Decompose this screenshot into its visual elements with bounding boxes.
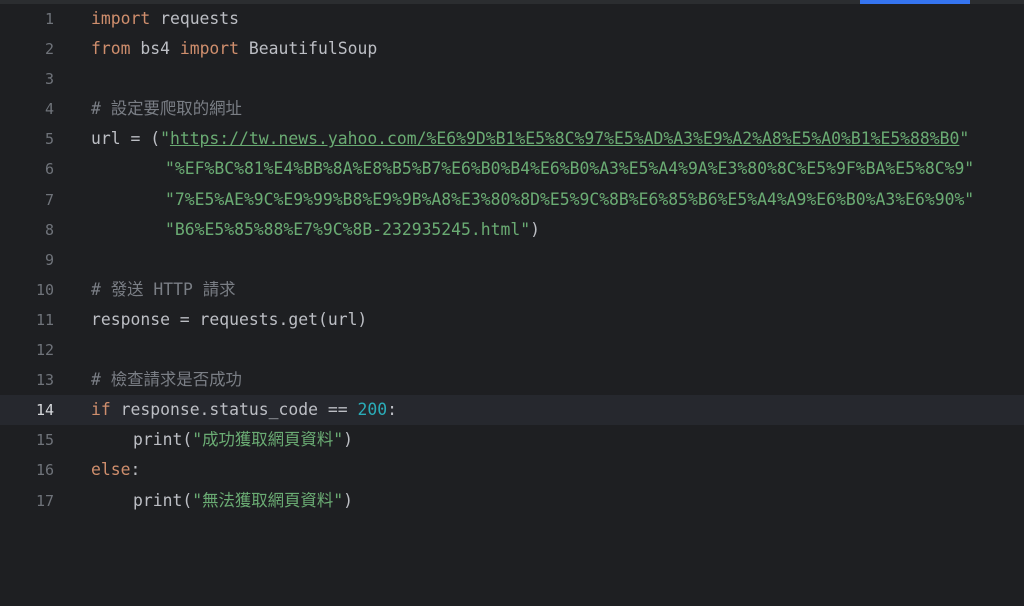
line-number: 8 xyxy=(44,220,54,239)
line-number: 17 xyxy=(35,491,54,510)
string-literal: "B6%E5%85%88%E7%9C%8B-232935245.html" xyxy=(165,219,531,239)
line-number: 9 xyxy=(44,250,54,269)
line-number: 5 xyxy=(44,130,54,149)
url-link[interactable]: https://tw.news.yahoo.com/%E6%9D%B1%E5%8… xyxy=(170,129,959,148)
keyword: from xyxy=(91,39,131,59)
line-number: 1 xyxy=(44,10,54,28)
string-literal[interactable]: "%EF%BC%81%E4%BB%8A%E8%B5%B7%E6%B0%B4%E6… xyxy=(165,154,974,184)
line-number: 14 xyxy=(35,401,54,420)
identifier: BeautifulSoup xyxy=(239,39,378,59)
line-number: 7 xyxy=(44,190,54,209)
code-line-3[interactable]: 3 xyxy=(0,64,1024,94)
comment[interactable]: # 設定要爬取的網址 xyxy=(91,94,242,124)
line-number: 4 xyxy=(44,100,54,119)
comment[interactable]: # 檢查請求是否成功 xyxy=(91,365,242,395)
code-text[interactable]: if response.status_code == 200: xyxy=(91,395,397,425)
code-line-16[interactable]: 16 else: xyxy=(0,455,1024,485)
code-line-15[interactable]: 15 print("成功獲取網頁資料") xyxy=(0,425,1024,455)
code-line-14-current[interactable]: 14 if response.status_code == 200: xyxy=(0,395,1024,426)
line-number: 2 xyxy=(44,40,54,59)
code-editor[interactable]: 1 import requests 2 from bs4 import Beau… xyxy=(0,4,1024,523)
code-line-12[interactable]: 12 xyxy=(0,335,1024,365)
code-text[interactable]: response = requests.get(url) xyxy=(91,305,367,335)
code-text[interactable]: print("無法獲取網頁資料") xyxy=(133,486,353,516)
identifier: response.status_code == xyxy=(110,400,358,420)
code-line-9[interactable]: 9 xyxy=(0,245,1024,275)
code-text[interactable]: else: xyxy=(91,455,140,485)
code-line-2[interactable]: 2 from bs4 import BeautifulSoup xyxy=(0,34,1024,64)
line-number: 3 xyxy=(44,70,54,89)
line-number: 6 xyxy=(44,160,54,179)
line-number: 12 xyxy=(35,341,54,360)
code-text[interactable]: from bs4 import BeautifulSoup xyxy=(91,34,377,64)
string-literal: "成功獲取網頁資料" xyxy=(192,430,344,450)
colon: : xyxy=(130,460,141,480)
string-quote: " xyxy=(959,129,970,149)
keyword: if xyxy=(91,400,111,420)
line-number: 16 xyxy=(35,461,54,480)
function-call: print( xyxy=(133,490,193,510)
string-literal[interactable]: "7%E5%AE%9C%E9%99%B8%E9%9B%A8%E3%80%8D%E… xyxy=(165,185,974,215)
keyword: else xyxy=(91,460,131,480)
code-text[interactable]: "B6%E5%85%88%E7%9C%8B-232935245.html") xyxy=(165,215,540,245)
line-number: 11 xyxy=(35,310,54,329)
code-text[interactable]: import requests xyxy=(91,4,239,34)
string-quote: " xyxy=(160,129,170,149)
code-line-6[interactable]: 6 "%EF%BC%81%E4%BB%8A%E8%B5%B7%E6%B0%B4%… xyxy=(0,154,1024,184)
paren: ) xyxy=(530,219,540,239)
function-call: print( xyxy=(133,430,193,450)
keyword: import xyxy=(179,39,240,59)
identifier: requests xyxy=(150,9,240,28)
code-line-11[interactable]: 11 response = requests.get(url) xyxy=(0,305,1024,335)
paren: ) xyxy=(343,490,353,510)
comment[interactable]: # 發送 HTTP 請求 xyxy=(91,275,236,305)
colon: : xyxy=(387,400,397,420)
code-text[interactable]: url = ("https://tw.news.yahoo.com/%E6%9D… xyxy=(91,124,969,154)
string-literal: "無法獲取網頁資料" xyxy=(192,490,344,510)
code-line-7[interactable]: 7 "7%E5%AE%9C%E9%99%B8%E9%9B%A8%E3%80%8D… xyxy=(0,185,1024,215)
code-line-5[interactable]: 5 url = ("https://tw.news.yahoo.com/%E6%… xyxy=(0,124,1024,154)
number-literal: 200 xyxy=(357,400,388,420)
code-line-17[interactable]: 17 print("無法獲取網頁資料") xyxy=(0,486,1024,516)
line-number: 10 xyxy=(35,280,54,299)
code-line-1[interactable]: 1 import requests xyxy=(0,4,1024,34)
line-number: 15 xyxy=(35,431,54,450)
paren: ) xyxy=(343,430,353,450)
code-line-8[interactable]: 8 "B6%E5%85%88%E7%9C%8B-232935245.html") xyxy=(0,215,1024,245)
line-number: 13 xyxy=(35,371,54,390)
code-line-4[interactable]: 4 # 設定要爬取的網址 xyxy=(0,94,1024,124)
identifier: url = ( xyxy=(91,129,161,149)
keyword: import xyxy=(91,9,151,28)
code-line-10[interactable]: 10 # 發送 HTTP 請求 xyxy=(0,275,1024,305)
code-text[interactable]: print("成功獲取網頁資料") xyxy=(133,425,353,455)
code-line-13[interactable]: 13 # 檢查請求是否成功 xyxy=(0,365,1024,395)
identifier: bs4 xyxy=(130,39,180,59)
